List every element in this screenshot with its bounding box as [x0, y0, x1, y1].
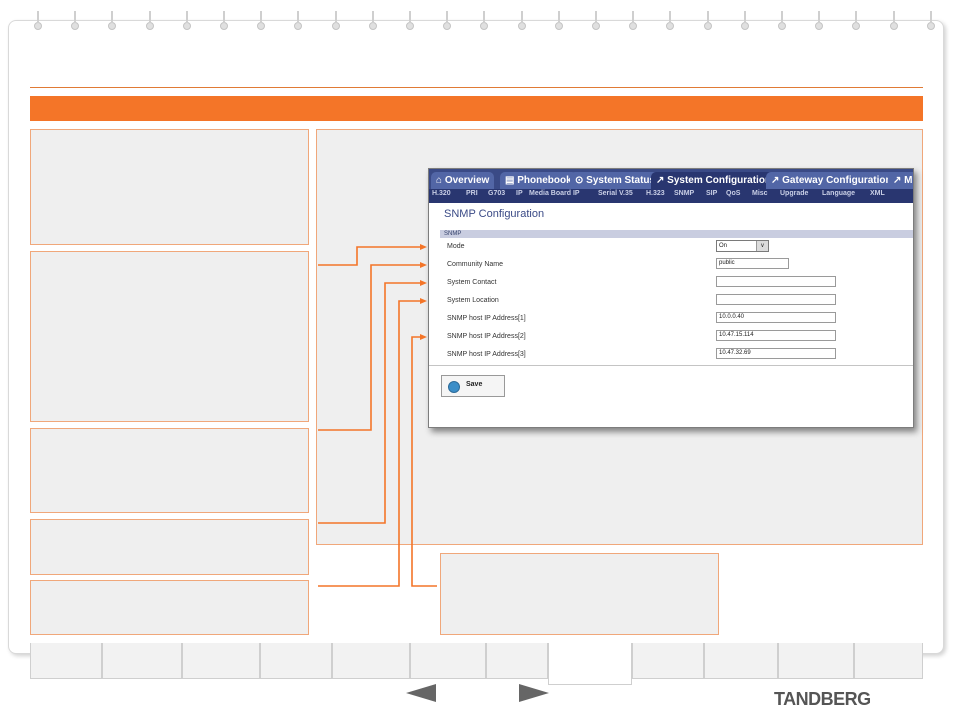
arrowhead-icon [420, 298, 427, 304]
arrowhead-icon [420, 244, 427, 250]
callout-lines [318, 244, 437, 587]
chapter-tab-12[interactable] [854, 643, 923, 679]
chapter-tab-3[interactable] [182, 643, 260, 679]
arrowhead-icon [420, 334, 427, 340]
next-page-icon[interactable] [519, 684, 549, 702]
callout-line-mode [318, 246, 424, 266]
chapter-tab-1[interactable] [30, 643, 102, 679]
chapter-tab-5[interactable] [332, 643, 410, 679]
chapter-tab-10[interactable] [704, 643, 778, 679]
chapter-tab-11[interactable] [778, 643, 854, 679]
brand-logo: TANDBERG [774, 689, 871, 709]
chapter-tab-7[interactable] [486, 643, 548, 679]
arrowhead-icon [420, 280, 427, 286]
chapter-tab-2[interactable] [102, 643, 182, 679]
callout-line-snmp-host-ip [411, 336, 437, 587]
previous-page-icon[interactable] [406, 684, 436, 702]
callout-line-community-name [318, 264, 424, 431]
arrowhead-icon [420, 262, 427, 268]
chapter-tab-8-active[interactable] [548, 643, 632, 685]
chapter-tab-4[interactable] [260, 643, 332, 679]
chapter-tab-6[interactable] [410, 643, 486, 679]
chapter-tab-9[interactable] [632, 643, 704, 679]
